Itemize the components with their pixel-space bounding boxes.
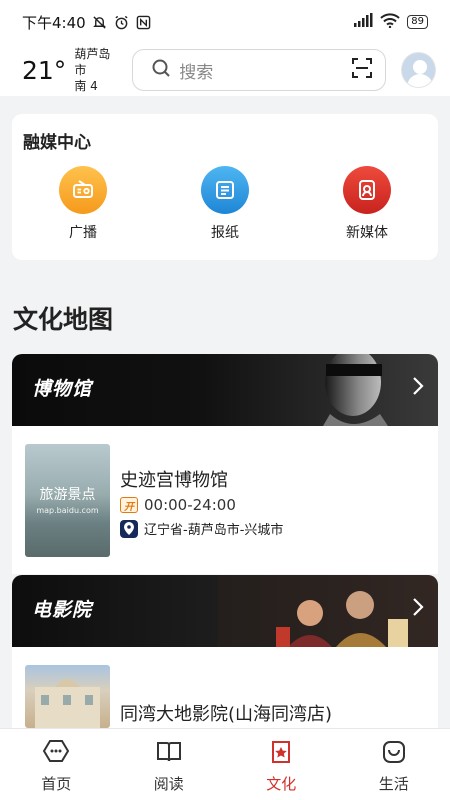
thumbnail-caption: 旅游景点 <box>39 487 96 503</box>
venue-name: 同湾大地影院(山海同湾店) <box>120 704 333 725</box>
cinema-image <box>218 575 438 647</box>
search-icon <box>151 58 171 83</box>
banner-label: 博物馆 <box>32 378 93 400</box>
culture-icon <box>267 739 295 769</box>
location-pin-icon <box>120 519 138 538</box>
venue-name: 史迹宫博物馆 <box>120 470 228 491</box>
chevron-right-icon <box>412 597 424 623</box>
hours-text: 00:00-24:00 <box>144 496 236 514</box>
search-bar[interactable]: 搜索 <box>132 49 387 91</box>
media-center-card: 融媒中心 广播 报纸 新媒体 <box>12 114 438 260</box>
tab-culture[interactable]: 文化 <box>225 729 338 800</box>
temperature: 21° <box>22 55 67 85</box>
book-icon <box>155 739 183 769</box>
media-item-newspaper[interactable]: 报纸 <box>154 166 296 242</box>
scan-icon[interactable] <box>351 57 373 84</box>
thumbnail-watermark: map.baidu.com <box>36 506 99 515</box>
status-bar: 下午4:40 89 <box>0 0 450 44</box>
category-banner-cinema[interactable]: 电影院 <box>12 575 438 647</box>
status-time: 下午4:40 <box>22 13 86 32</box>
avatar[interactable] <box>401 52 437 88</box>
media-center-title: 融媒中心 <box>23 133 91 153</box>
signal-icon <box>353 13 373 31</box>
bottom-tab-bar: 首页 阅读 文化 生活 <box>0 728 450 800</box>
alarm-clock-icon <box>114 14 130 30</box>
search-input[interactable]: 搜索 <box>179 58 351 83</box>
venue-card-cinema[interactable]: 同湾大地影院(山海同湾店) <box>12 647 438 728</box>
nfc-icon <box>136 14 152 30</box>
battery-indicator: 89 <box>407 15 428 29</box>
tab-label: 阅读 <box>153 775 184 793</box>
address-text: 辽宁省-葫芦岛市-兴城市 <box>144 523 284 538</box>
weather-info: 葫芦岛市 南 4 <box>74 46 120 94</box>
tab-reading[interactable]: 阅读 <box>113 729 226 800</box>
life-icon <box>380 739 408 769</box>
home-icon <box>42 739 70 769</box>
tab-life[interactable]: 生活 <box>338 729 450 800</box>
section-title-culture-map: 文化地图 <box>13 305 114 334</box>
newspaper-icon <box>201 166 249 214</box>
open-badge: 开 <box>120 497 138 513</box>
banner-label: 电影院 <box>32 599 93 621</box>
mute-bell-icon <box>92 14 108 30</box>
category-banner-museum[interactable]: 博物馆 <box>12 354 438 426</box>
media-item-label: 新媒体 <box>346 225 388 241</box>
wifi-icon <box>380 12 400 32</box>
venue-card-museum[interactable]: 旅游景点 map.baidu.com 史迹宫博物馆 开 00:00-24:00 … <box>12 426 438 574</box>
media-item-radio[interactable]: 广播 <box>12 166 154 242</box>
wind-info: 南 4 <box>74 79 98 93</box>
chevron-right-icon <box>412 376 424 402</box>
tab-label: 文化 <box>266 775 297 793</box>
media-item-label: 广播 <box>69 225 97 241</box>
top-header: 21° 葫芦岛市 南 4 搜索 <box>0 44 450 96</box>
opening-hours: 开 00:00-24:00 <box>120 496 236 514</box>
radio-icon <box>59 166 107 214</box>
media-item-label: 报纸 <box>211 225 239 241</box>
city-name: 葫芦岛市 <box>74 47 111 77</box>
venue-thumbnail: 旅游景点 map.baidu.com <box>25 444 110 557</box>
tab-home[interactable]: 首页 <box>0 729 113 800</box>
statue-image <box>323 354 388 426</box>
venue-thumbnail <box>25 665 110 728</box>
media-item-new-media[interactable]: 新媒体 <box>296 166 438 242</box>
venue-address: 辽宁省-葫芦岛市-兴城市 <box>120 519 283 538</box>
tab-label: 首页 <box>41 775 72 793</box>
new-media-icon <box>343 166 391 214</box>
tab-label: 生活 <box>378 775 409 793</box>
